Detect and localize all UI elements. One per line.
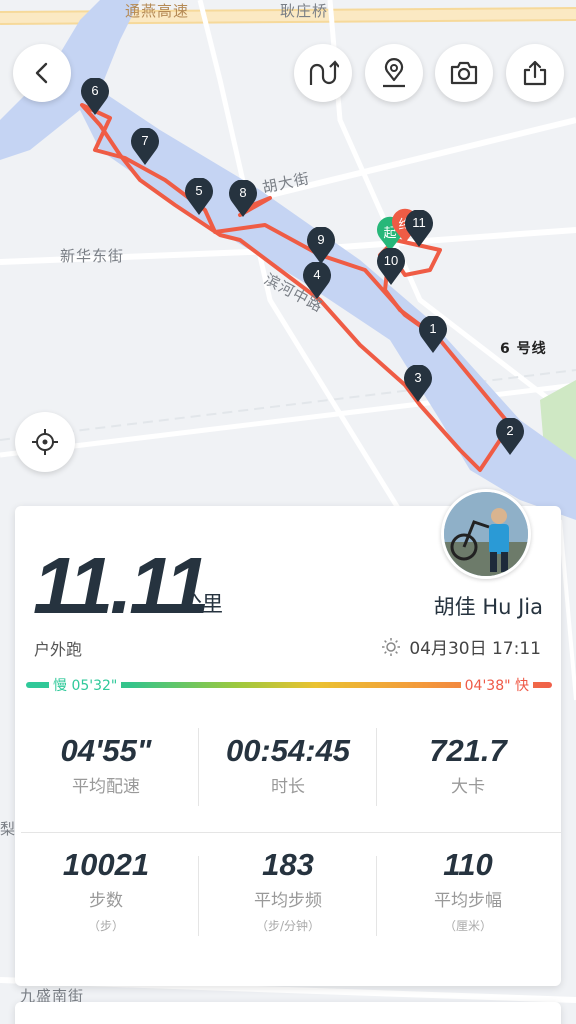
back-button[interactable] — [13, 44, 71, 102]
map-label-line6: 6 号线 — [500, 341, 547, 357]
share-icon — [523, 60, 547, 86]
km-marker-3[interactable]: 3 — [403, 365, 433, 403]
avatar[interactable] — [441, 489, 531, 579]
pace-fast-label: 04'38" 快 — [460, 675, 533, 695]
crosshair-icon — [32, 429, 58, 455]
km-marker-6[interactable]: 6 — [80, 78, 110, 116]
camera-button[interactable] — [435, 44, 493, 102]
camera-icon — [450, 61, 478, 85]
map-label-south2: 梨 — [0, 820, 17, 838]
avatar-photo — [444, 492, 528, 576]
km-marker-10[interactable]: 10 — [376, 248, 406, 286]
map-label-xinhua: 新华东街 — [60, 247, 125, 265]
route-icon — [309, 60, 339, 85]
stat-avg-pace: 04'55" 平均配速 — [15, 733, 197, 798]
stat-value: 04'55" — [60, 733, 152, 768]
stat-duration: 00:54:45 时长 — [197, 733, 379, 798]
distance-unit: 公里 — [181, 592, 223, 616]
map-label-bridge: 耿庄桥 — [280, 2, 329, 20]
stat-value: 00:54:45 — [225, 733, 351, 768]
stat-label: 平均步幅 — [434, 891, 502, 911]
stat-label: 平均配速 — [72, 777, 140, 797]
km-marker-1[interactable]: 1 — [418, 316, 448, 354]
activity-datetime: 04月30日 17:11 — [381, 634, 541, 659]
pace-slow-label: 慢 05'32" — [49, 675, 122, 695]
user-name: 胡佳 Hu Jia — [433, 595, 543, 619]
km-marker-2[interactable]: 2 — [495, 418, 525, 456]
map-pin-icon — [383, 58, 405, 88]
stat-cadence: 183 平均步频 （步/分钟） — [197, 848, 379, 934]
stat-label: 大卡 — [451, 777, 485, 797]
divider — [21, 832, 561, 833]
datetime-text: 04月30日 17:11 — [409, 639, 541, 659]
km-marker-8[interactable]: 8 — [228, 180, 258, 218]
activity-type: 户外跑 — [34, 640, 83, 659]
stat-stride: 110 平均步幅 （厘米） — [377, 848, 559, 934]
km-marker-11[interactable]: 11 — [404, 210, 434, 248]
stat-unit: （步/分钟） — [255, 919, 321, 933]
km-marker-7[interactable]: 7 — [130, 128, 160, 166]
chevron-left-icon — [35, 62, 48, 84]
stat-label: 步数 — [89, 891, 123, 911]
stat-value: 110 — [443, 847, 493, 882]
location-button[interactable] — [365, 44, 423, 102]
km-marker-4[interactable]: 4 — [302, 262, 332, 300]
stat-label: 时长 — [271, 777, 305, 797]
stat-label: 平均步频 — [254, 891, 322, 911]
km-marker-5[interactable]: 5 — [184, 178, 214, 216]
stat-steps: 10021 步数 （步） — [15, 848, 197, 934]
map-label-highway: 通燕高速 — [125, 2, 190, 20]
stat-unit: （步） — [87, 919, 124, 933]
stat-value: 10021 — [62, 847, 150, 882]
stat-value: 183 — [262, 847, 314, 882]
route-button[interactable] — [294, 44, 352, 102]
share-button[interactable] — [506, 44, 564, 102]
next-card — [15, 1002, 561, 1024]
locate-me-button[interactable] — [15, 412, 75, 472]
sun-icon — [382, 637, 401, 656]
stat-unit: （厘米） — [443, 919, 492, 933]
stat-calories: 721.7 大卡 — [377, 733, 559, 798]
stat-value: 721.7 — [429, 733, 507, 768]
km-marker-9[interactable]: 9 — [306, 227, 336, 265]
